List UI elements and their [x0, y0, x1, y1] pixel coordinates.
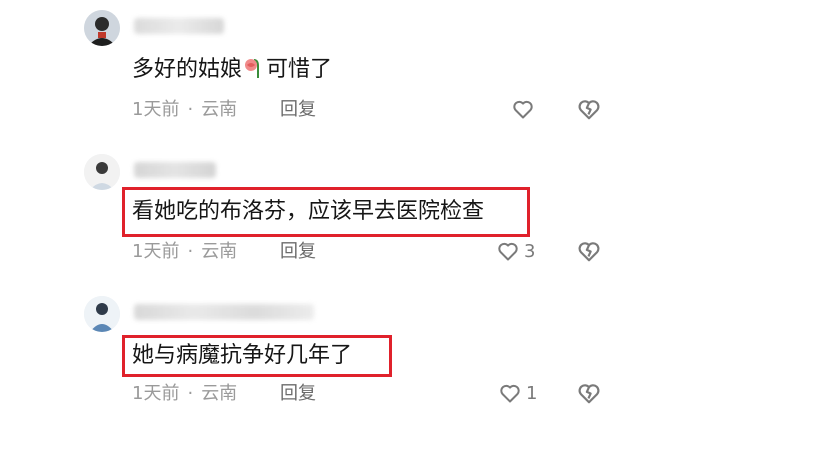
like-button-1[interactable]: [511, 96, 539, 122]
dislike-button-1[interactable]: [576, 96, 602, 122]
comment-text-2: 看她吃的布洛芬，应该早去医院检查: [132, 199, 485, 224]
timestamp: 1天前: [132, 383, 180, 404]
like-button-3[interactable]: 1: [498, 380, 537, 406]
comment-1: 多好的姑娘 可惜了 1天前 · 云南 回复: [0, 0, 828, 140]
location: 云南: [201, 383, 238, 404]
reply-button-3[interactable]: 回复: [280, 382, 316, 406]
comment-3: 她与病魔抗争好几年了 1天前 · 云南 回复 1: [0, 290, 828, 452]
reply-button-2[interactable]: 回复: [280, 240, 316, 264]
like-count: 1: [526, 382, 538, 404]
username-blurred-3[interactable]: [134, 304, 314, 320]
timestamp: 1天前: [132, 241, 180, 262]
timestamp: 1天前: [132, 99, 180, 120]
heart-outline-icon: [498, 242, 518, 261]
location: 云南: [201, 241, 238, 262]
separator-dot: ·: [187, 99, 194, 120]
user-avatar-1[interactable]: [84, 10, 120, 46]
comment-meta-2: 1天前 · 云南: [132, 240, 237, 264]
reply-button-1[interactable]: 回复: [280, 98, 316, 122]
comment-meta-3: 1天前 · 云南: [132, 382, 237, 406]
heart-outline-icon: [513, 100, 533, 119]
separator-dot: ·: [187, 383, 194, 404]
user-avatar-3[interactable]: [84, 296, 120, 332]
username-blurred-2[interactable]: [134, 162, 216, 178]
comment-meta-1: 1天前 · 云南: [132, 98, 237, 122]
wilted-rose-emoji: [242, 56, 266, 80]
dislike-button-3[interactable]: [576, 380, 602, 406]
location: 云南: [201, 99, 238, 120]
comment-text-1: 多好的姑娘 可惜了: [132, 56, 333, 82]
separator-dot: ·: [187, 241, 194, 262]
comment-text-3: 她与病魔抗争好几年了: [132, 343, 353, 368]
dislike-button-2[interactable]: [576, 238, 602, 264]
like-count: 3: [524, 240, 536, 262]
username-blurred-1[interactable]: [134, 18, 224, 34]
broken-heart-icon: [578, 384, 600, 404]
broken-heart-icon: [578, 242, 600, 262]
broken-heart-icon: [578, 100, 600, 120]
like-button-2[interactable]: 3: [496, 238, 535, 264]
comment-2: 看她吃的布洛芬，应该早去医院检查 1天前 · 云南 回复 3: [0, 140, 828, 290]
user-avatar-2[interactable]: [84, 154, 120, 190]
heart-outline-icon: [500, 384, 520, 403]
